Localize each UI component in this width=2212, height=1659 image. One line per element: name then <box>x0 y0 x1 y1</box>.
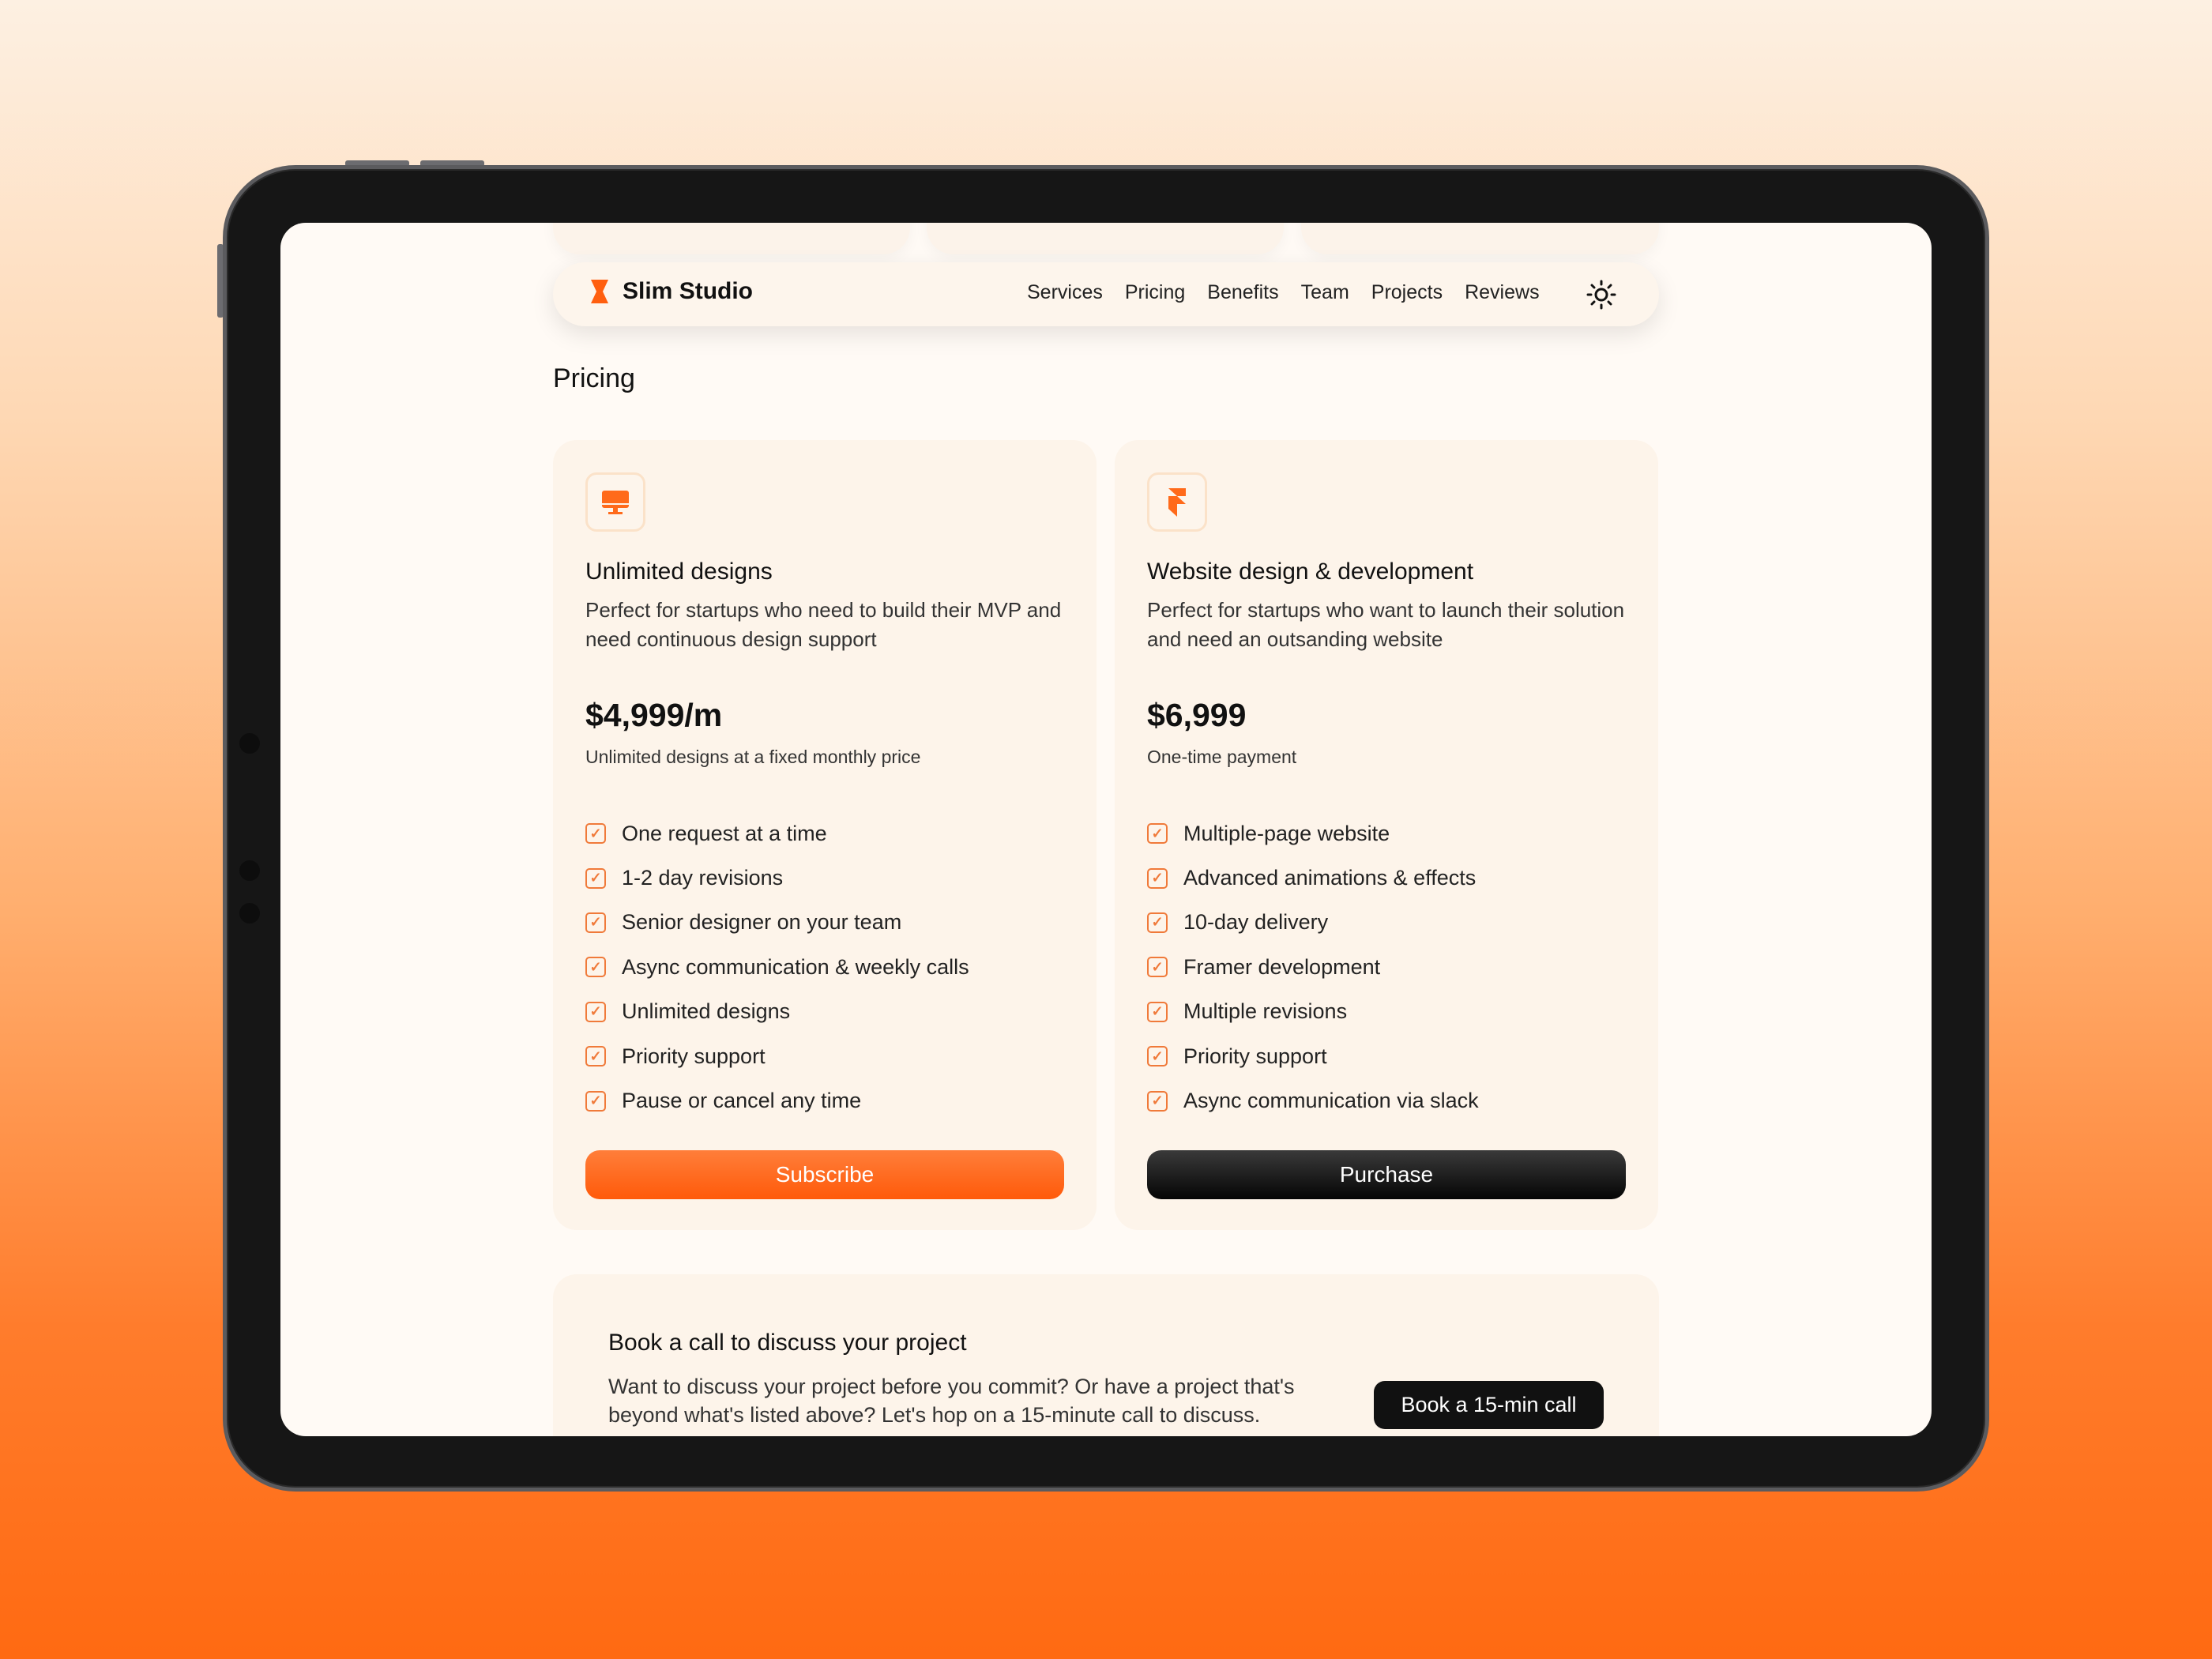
sun-icon[interactable] <box>1586 280 1616 310</box>
plan-price: $4,999/m <box>585 697 723 733</box>
brand-logo[interactable]: Slim Studio <box>589 278 753 305</box>
feature-item: ✓ Async communication & weekly calls <box>585 945 969 989</box>
check-icon: ✓ <box>1147 1001 1168 1022</box>
feature-item: ✓ Framer development <box>1147 945 1479 989</box>
plan-price-note: Unlimited designs at a fixed monthly pri… <box>585 747 921 767</box>
feature-item: ✓ Async communication via slack <box>1147 1078 1479 1123</box>
feature-text: Priority support <box>622 1044 766 1068</box>
nav-link-team[interactable]: Team <box>1301 281 1349 304</box>
feature-item: ✓ Unlimited designs <box>585 990 969 1034</box>
check-icon: ✓ <box>585 1090 606 1112</box>
plan-title: Website design & development <box>1147 559 1474 585</box>
plan-card-unlimited: Unlimited designs Perfect for startups w… <box>553 440 1097 1230</box>
feature-item: ✓ Senior designer on your team <box>585 901 969 945</box>
ghost-card <box>927 223 1284 254</box>
check-icon: ✓ <box>585 867 606 889</box>
nav-link-pricing[interactable]: Pricing <box>1125 281 1185 304</box>
feature-item: ✓ Priority support <box>1147 1034 1479 1078</box>
feature-list: ✓ Multiple-page website ✓ Advanced animati… <box>1147 811 1479 1123</box>
feature-text: Framer development <box>1183 954 1381 979</box>
navbar: Slim Studio Services Pricing Benefits Te… <box>553 262 1659 326</box>
feature-text: Unlimited designs <box>622 999 791 1024</box>
monitor-icon <box>602 490 629 514</box>
check-icon: ✓ <box>1147 867 1168 889</box>
check-icon: ✓ <box>585 823 606 845</box>
nav-link-projects[interactable]: Projects <box>1371 281 1443 304</box>
check-icon: ✓ <box>1147 1046 1168 1067</box>
book-call-text: Want to discuss your project before you … <box>608 1375 1295 1427</box>
plan-card-website: Website design & development Perfect for… <box>1115 440 1658 1230</box>
book-call-section: Book a call to discuss your project Want… <box>553 1274 1659 1436</box>
feature-item: ✓ Pause or cancel any time <box>585 1078 969 1123</box>
feature-text: Multiple revisions <box>1183 999 1348 1024</box>
check-icon: ✓ <box>585 957 606 978</box>
plan-description: Perfect for startups who need to build t… <box>585 598 1062 651</box>
feature-text: Multiple-page website <box>1183 821 1390 845</box>
plan-description: Perfect for startups who want to launch … <box>1147 598 1625 651</box>
screen: Slim Studio Services Pricing Benefits Te… <box>280 223 1932 1436</box>
feature-text: Pause or cancel any time <box>622 1089 862 1113</box>
framer-icon <box>1168 487 1186 517</box>
book-call-button[interactable]: Book a 15-min call <box>1374 1381 1604 1429</box>
feature-text: Priority support <box>1183 1044 1327 1068</box>
feature-text: Senior designer on your team <box>622 910 902 935</box>
nav-link-benefits[interactable]: Benefits <box>1207 281 1278 304</box>
camera-dot <box>239 733 260 754</box>
feature-text: Async communication via slack <box>1183 1089 1479 1113</box>
feature-item: ✓ Multiple revisions <box>1147 990 1479 1034</box>
feature-item: ✓ Priority support <box>585 1034 969 1078</box>
check-icon: ✓ <box>1147 957 1168 978</box>
plan-price-note: One-time payment <box>1147 747 1297 767</box>
nav-link-reviews[interactable]: Reviews <box>1465 281 1539 304</box>
check-icon: ✓ <box>585 1046 606 1067</box>
plan-icon-box <box>1147 472 1207 532</box>
sensor-dot <box>239 903 260 924</box>
feature-text: Async communication & weekly calls <box>622 954 969 979</box>
hourglass-logo-icon <box>591 280 608 303</box>
nav-link-services[interactable]: Services <box>1027 281 1103 304</box>
sensor-dot <box>239 860 260 881</box>
feature-text: 10-day delivery <box>1183 910 1329 935</box>
ghost-card <box>1301 223 1659 254</box>
feature-item: ✓ Advanced animations & effects <box>1147 856 1479 900</box>
nav-links: Services Pricing Benefits Team Projects … <box>1027 281 1540 304</box>
feature-text: Advanced animations & effects <box>1183 866 1477 890</box>
check-icon: ✓ <box>585 912 606 933</box>
feature-item: ✓ 1-2 day revisions <box>585 856 969 900</box>
plan-price: $6,999 <box>1147 697 1247 733</box>
brand-name: Slim Studio <box>623 278 753 304</box>
check-icon: ✓ <box>1147 1090 1168 1112</box>
plan-title: Unlimited designs <box>585 559 773 585</box>
plan-icon-box <box>585 472 645 532</box>
check-icon: ✓ <box>585 1001 606 1022</box>
feature-list: ✓ One request at a time ✓ 1-2 day revision… <box>585 811 969 1123</box>
book-call-title: Book a call to discuss your project <box>608 1330 967 1356</box>
page-title: Pricing <box>553 363 635 393</box>
ghost-card <box>553 223 910 254</box>
subscribe-button[interactable]: Subscribe <box>585 1150 1064 1199</box>
check-icon: ✓ <box>1147 823 1168 845</box>
feature-text: 1-2 day revisions <box>622 866 784 890</box>
feature-item: ✓ 10-day delivery <box>1147 901 1479 945</box>
feature-item: ✓ Multiple-page website <box>1147 811 1479 856</box>
feature-text: One request at a time <box>622 821 827 845</box>
purchase-button[interactable]: Purchase <box>1147 1150 1626 1199</box>
feature-item: ✓ One request at a time <box>585 811 969 856</box>
check-icon: ✓ <box>1147 912 1168 933</box>
